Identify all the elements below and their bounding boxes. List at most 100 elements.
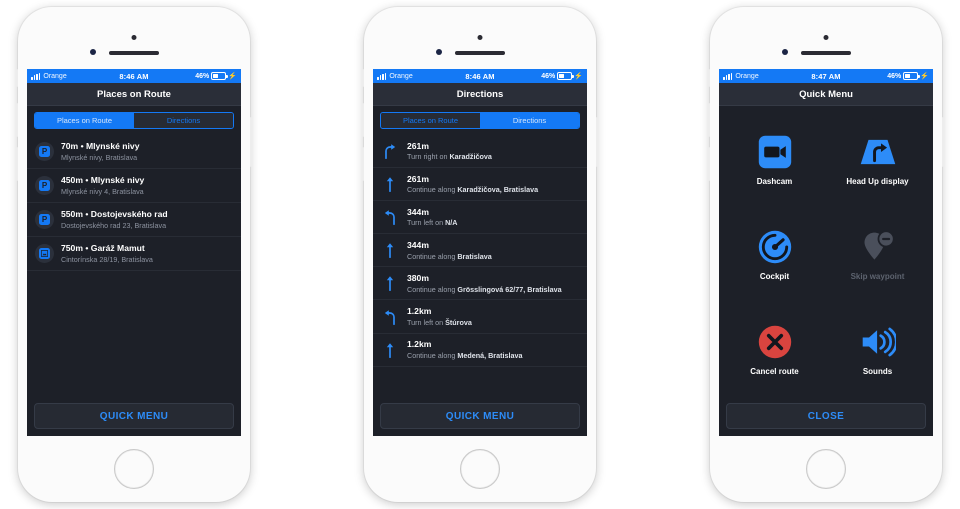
list-item[interactable]: P 70m • Mlynské nivy Mlynské nivy, Brati… xyxy=(27,135,241,170)
list-item[interactable]: 261m Continue along Karadžičova, Bratisl… xyxy=(373,168,587,202)
phone2-footer: QUICK MENU xyxy=(373,396,587,436)
garage-icon xyxy=(35,244,54,264)
silent-switch xyxy=(16,69,18,87)
quick-menu-item-skip-waypoint[interactable]: Skip waypoint xyxy=(826,207,929,302)
status-bar-right: 46% ⚡ xyxy=(495,72,583,80)
power-button xyxy=(250,117,252,167)
list-item[interactable]: 344m Turn left on N/A xyxy=(373,201,587,235)
parking-glyph: P xyxy=(39,214,50,226)
direction-prefix: Continue along xyxy=(407,284,458,294)
home-button[interactable] xyxy=(460,449,500,489)
clock-label: 8:46 AM xyxy=(119,71,149,81)
quick-menu-item-head-up-display[interactable]: Head Up display xyxy=(826,112,929,207)
proximity-sensor-icon xyxy=(90,49,96,55)
charging-bolt-icon: ⚡ xyxy=(920,72,929,80)
direction-distance: 261m xyxy=(407,140,429,151)
list-item[interactable]: 750m • Garáž Mamut Cintorínska 28/19, Br… xyxy=(27,237,241,272)
phone-top-hardware xyxy=(18,7,250,69)
list-item-title: 550m • Dostojevského rad xyxy=(61,209,168,220)
places-list[interactable]: P 70m • Mlynské nivy Mlynské nivy, Brati… xyxy=(27,135,241,396)
home-button[interactable] xyxy=(114,449,154,489)
segmented-control-wrapper: Places on Route Directions xyxy=(27,106,241,135)
phone-top-hardware xyxy=(364,7,596,69)
direction-road: Grösslingová 62/77, Bratislava xyxy=(457,284,562,294)
direction-distance: 344m xyxy=(407,239,429,250)
quick-menu-button[interactable]: QUICK MENU xyxy=(34,403,234,429)
parking-glyph: P xyxy=(39,180,50,192)
carrier-label: Orange xyxy=(389,72,413,80)
list-item-subtitle: Cintorínska 28/19, Bratislava xyxy=(61,255,153,265)
quick-menu-item-dashcam[interactable]: Dashcam xyxy=(723,112,826,207)
direction-instruction: Continue along Karadžičova, Bratislava xyxy=(407,185,579,194)
proximity-sensor-icon xyxy=(782,49,788,55)
status-bar-left: Orange xyxy=(723,72,811,80)
status-bar-left: Orange xyxy=(31,72,119,80)
list-item[interactable]: 1.2km Continue along Medená, Bratislava xyxy=(373,334,587,367)
list-item[interactable]: 380m Continue along Grösslingová 62/77, … xyxy=(373,267,587,301)
phone1-footer: QUICK MENU xyxy=(27,396,241,436)
list-item-text: 550m • Dostojevského rad Dostojevského r… xyxy=(61,209,233,230)
direction-prefix: Turn left on xyxy=(407,317,446,327)
continue-straight-icon xyxy=(381,175,399,193)
status-bar-left: Orange xyxy=(377,72,465,80)
page-title: Quick Menu xyxy=(719,83,933,106)
list-item[interactable]: P 550m • Dostojevského rad Dostojevského… xyxy=(27,203,241,238)
tab-places-on-route[interactable]: Places on Route xyxy=(35,113,134,128)
signal-bars-icon xyxy=(723,72,733,80)
tab-directions[interactable]: Directions xyxy=(480,113,579,128)
close-button[interactable]: CLOSE xyxy=(726,403,926,429)
quick-menu-item-sounds[interactable]: Sounds xyxy=(826,301,929,396)
direction-road: Karadžičova xyxy=(449,152,492,162)
list-item-title: 70m • Mlynské nivy xyxy=(61,141,140,151)
tab-places-on-route[interactable]: Places on Route xyxy=(381,113,480,128)
quick-menu-grid: Dashcam Head Up display Cockpit Skip way… xyxy=(719,106,933,396)
direction-road: Štúrova xyxy=(445,317,472,327)
head-up-display-icon xyxy=(858,132,898,172)
phone-mockup-quick-menu: Orange 8:47 AM 46% ⚡ Quick Menu Dashcam xyxy=(708,7,944,502)
list-item-text: 450m • Mlynské nivy Mlynské nivy 4, Brat… xyxy=(61,175,233,196)
status-bar-right: 46% ⚡ xyxy=(149,72,237,80)
list-item[interactable]: P 450m • Mlynské nivy Mlynské nivy 4, Br… xyxy=(27,169,241,204)
turn-left-icon xyxy=(381,208,399,226)
continue-straight-icon xyxy=(381,274,399,292)
segmented-control[interactable]: Places on Route Directions xyxy=(380,112,580,129)
list-item-text: 1.2km Continue along Medená, Bratislava xyxy=(407,339,579,360)
list-item-subtitle: Mlynské nivy, Bratislava xyxy=(61,152,138,162)
direction-instruction: Turn right on Karadžičova xyxy=(407,152,579,161)
list-item-text: 70m • Mlynské nivy Mlynské nivy, Bratisl… xyxy=(61,141,233,162)
list-item[interactable]: 1.2km Turn left on Štúrova xyxy=(373,300,587,334)
phone-bottom-hardware xyxy=(710,436,942,502)
direction-distance: 380m xyxy=(407,272,429,283)
dashcam-icon xyxy=(755,132,795,172)
screenshot-stage: Orange 8:46 AM 46% ⚡ Places on Route Pla… xyxy=(0,0,960,509)
phone-top-hardware xyxy=(710,7,942,69)
quick-menu-label: Head Up display xyxy=(846,177,909,187)
direction-prefix: Continue along xyxy=(407,350,458,360)
turn-left-icon xyxy=(381,308,399,326)
phone3-screen: Orange 8:47 AM 46% ⚡ Quick Menu Dashcam xyxy=(719,69,933,436)
quick-menu-item-cockpit[interactable]: Cockpit xyxy=(723,207,826,302)
direction-distance: 1.2km xyxy=(407,339,432,350)
list-item-subtitle: Dostojevského rad 23, Bratislava xyxy=(61,220,167,230)
quick-menu-item-cancel-route[interactable]: Cancel route xyxy=(723,301,826,396)
cancel-route-icon xyxy=(755,322,795,362)
status-bar: Orange 8:46 AM 46% ⚡ xyxy=(373,69,587,83)
direction-instruction: Turn left on N/A xyxy=(407,218,579,227)
phone-mockup-places: Orange 8:46 AM 46% ⚡ Places on Route Pla… xyxy=(16,7,252,502)
earpiece-speaker xyxy=(109,51,159,55)
segmented-control[interactable]: Places on Route Directions xyxy=(34,112,234,129)
quick-menu-label: Dashcam xyxy=(756,177,793,187)
directions-list[interactable]: 261m Turn right on Karadžičova 261m Cont… xyxy=(373,135,587,396)
signal-bars-icon xyxy=(31,72,41,80)
phone-bottom-hardware xyxy=(18,436,250,502)
list-item[interactable]: 261m Turn right on Karadžičova xyxy=(373,135,587,169)
tab-directions[interactable]: Directions xyxy=(134,113,233,128)
quick-menu-button[interactable]: QUICK MENU xyxy=(380,403,580,429)
direction-instruction: Continue along Bratislava xyxy=(407,252,579,261)
earpiece-speaker xyxy=(455,51,505,55)
carrier-label: Orange xyxy=(735,72,759,80)
home-button[interactable] xyxy=(806,449,846,489)
list-item[interactable]: 344m Continue along Bratislava xyxy=(373,234,587,268)
battery-icon xyxy=(903,72,920,80)
phone2-screen: Orange 8:46 AM 46% ⚡ Directions Places o… xyxy=(373,69,587,436)
